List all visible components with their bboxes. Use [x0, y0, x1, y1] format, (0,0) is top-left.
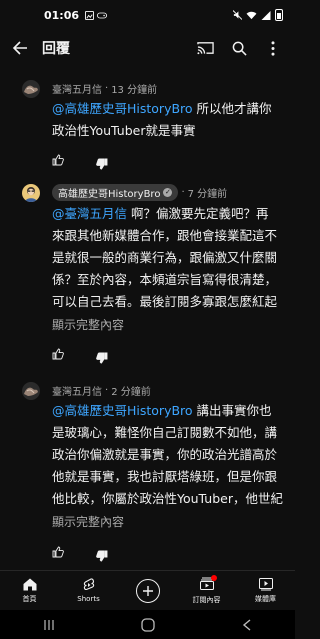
mute-icon [233, 10, 242, 20]
like-icon[interactable] [52, 348, 64, 360]
comment-time: 2 分鐘前 [111, 387, 151, 398]
nav-create[interactable] [118, 571, 177, 610]
system-nav-bar [0, 610, 295, 639]
mention-link[interactable]: @高雄歷史哥HistoryBro [52, 403, 193, 418]
comment-author: 高雄歷史哥HistoryBro [58, 189, 161, 200]
nav-label: Shorts [77, 595, 100, 603]
comment-time: 13 分鐘前 [111, 85, 158, 96]
nav-library[interactable]: 媒體庫 [236, 571, 295, 610]
comment-author[interactable]: 臺灣五月信 [52, 81, 102, 96]
game-icon [97, 12, 108, 18]
like-icon[interactable] [52, 154, 64, 166]
nav-label: 首頁 [22, 594, 37, 603]
status-time: 01:06 [44, 8, 80, 22]
home-icon [23, 578, 36, 590]
avatar[interactable] [22, 184, 40, 202]
comment-author[interactable]: 臺灣五月信 [52, 383, 102, 398]
mention-link[interactable]: @臺灣五月信 [52, 206, 127, 221]
show-more-link[interactable]: 顯示完整內容 [52, 316, 124, 333]
create-icon [135, 578, 160, 603]
show-more-link[interactable]: 顯示完整內容 [52, 513, 124, 530]
bottom-nav: 首頁 Shorts 訂閱內容 媒體庫 [0, 570, 295, 610]
comment-text: @高雄歷史哥HistoryBro 講出事實你也 是玻璃心，難怪你自己訂閱數不如他… [52, 403, 283, 506]
back-chevron-icon[interactable] [242, 618, 252, 631]
shorts-icon [83, 578, 94, 591]
wifi-icon [246, 11, 257, 19]
comment-text: @臺灣五月信 啊？偏激要先定義吧？再 來跟其他新媒體合作，跟他會接業配這不 是就… [52, 206, 278, 309]
home-circle-icon[interactable] [141, 617, 156, 632]
app-bar: 回覆 [0, 30, 295, 66]
signal-icon [261, 10, 271, 20]
back-button[interactable] [2, 30, 38, 66]
reply-list[interactable]: 臺灣五月信 · 13 分鐘前 @高雄歷史哥HistoryBro 所以他才講你 政… [0, 70, 295, 570]
comment-time: 7 分鐘前 [187, 189, 228, 200]
notification-dot [210, 574, 217, 581]
page-title: 回覆 [42, 41, 70, 57]
cast-button[interactable] [189, 32, 221, 64]
back-arrow-icon [12, 41, 27, 55]
nav-shorts[interactable]: Shorts [59, 571, 118, 610]
mention-link[interactable]: @高雄歷史哥HistoryBro [52, 101, 193, 116]
nav-home[interactable]: 首頁 [0, 571, 59, 610]
dislike-icon[interactable] [96, 352, 108, 364]
battery-icon [275, 9, 283, 21]
like-icon[interactable] [52, 546, 64, 558]
status-bar: 01:06 [0, 0, 295, 30]
avatar[interactable] [22, 80, 40, 98]
nav-label: 媒體庫 [255, 594, 276, 603]
nav-subscriptions[interactable]: 訂閱內容 [177, 571, 236, 610]
dislike-icon[interactable] [96, 158, 108, 170]
search-icon [232, 41, 247, 56]
avatar[interactable] [22, 382, 40, 400]
library-icon [258, 577, 273, 590]
recents-icon[interactable] [43, 619, 55, 631]
dislike-icon[interactable] [96, 550, 108, 562]
gallery-icon [85, 10, 95, 20]
more-button[interactable] [257, 32, 289, 64]
comment-text: @高雄歷史哥HistoryBro 所以他才講你 政治性YouTuber就是事實 [52, 101, 272, 138]
cast-icon [196, 42, 214, 55]
search-button[interactable] [223, 32, 255, 64]
more-vert-icon [271, 40, 275, 56]
verified-check-icon: ✓ [163, 188, 173, 197]
nav-label: 訂閱內容 [192, 595, 221, 604]
creator-author-badge[interactable]: 高雄歷史哥HistoryBro ✓ [52, 184, 179, 201]
